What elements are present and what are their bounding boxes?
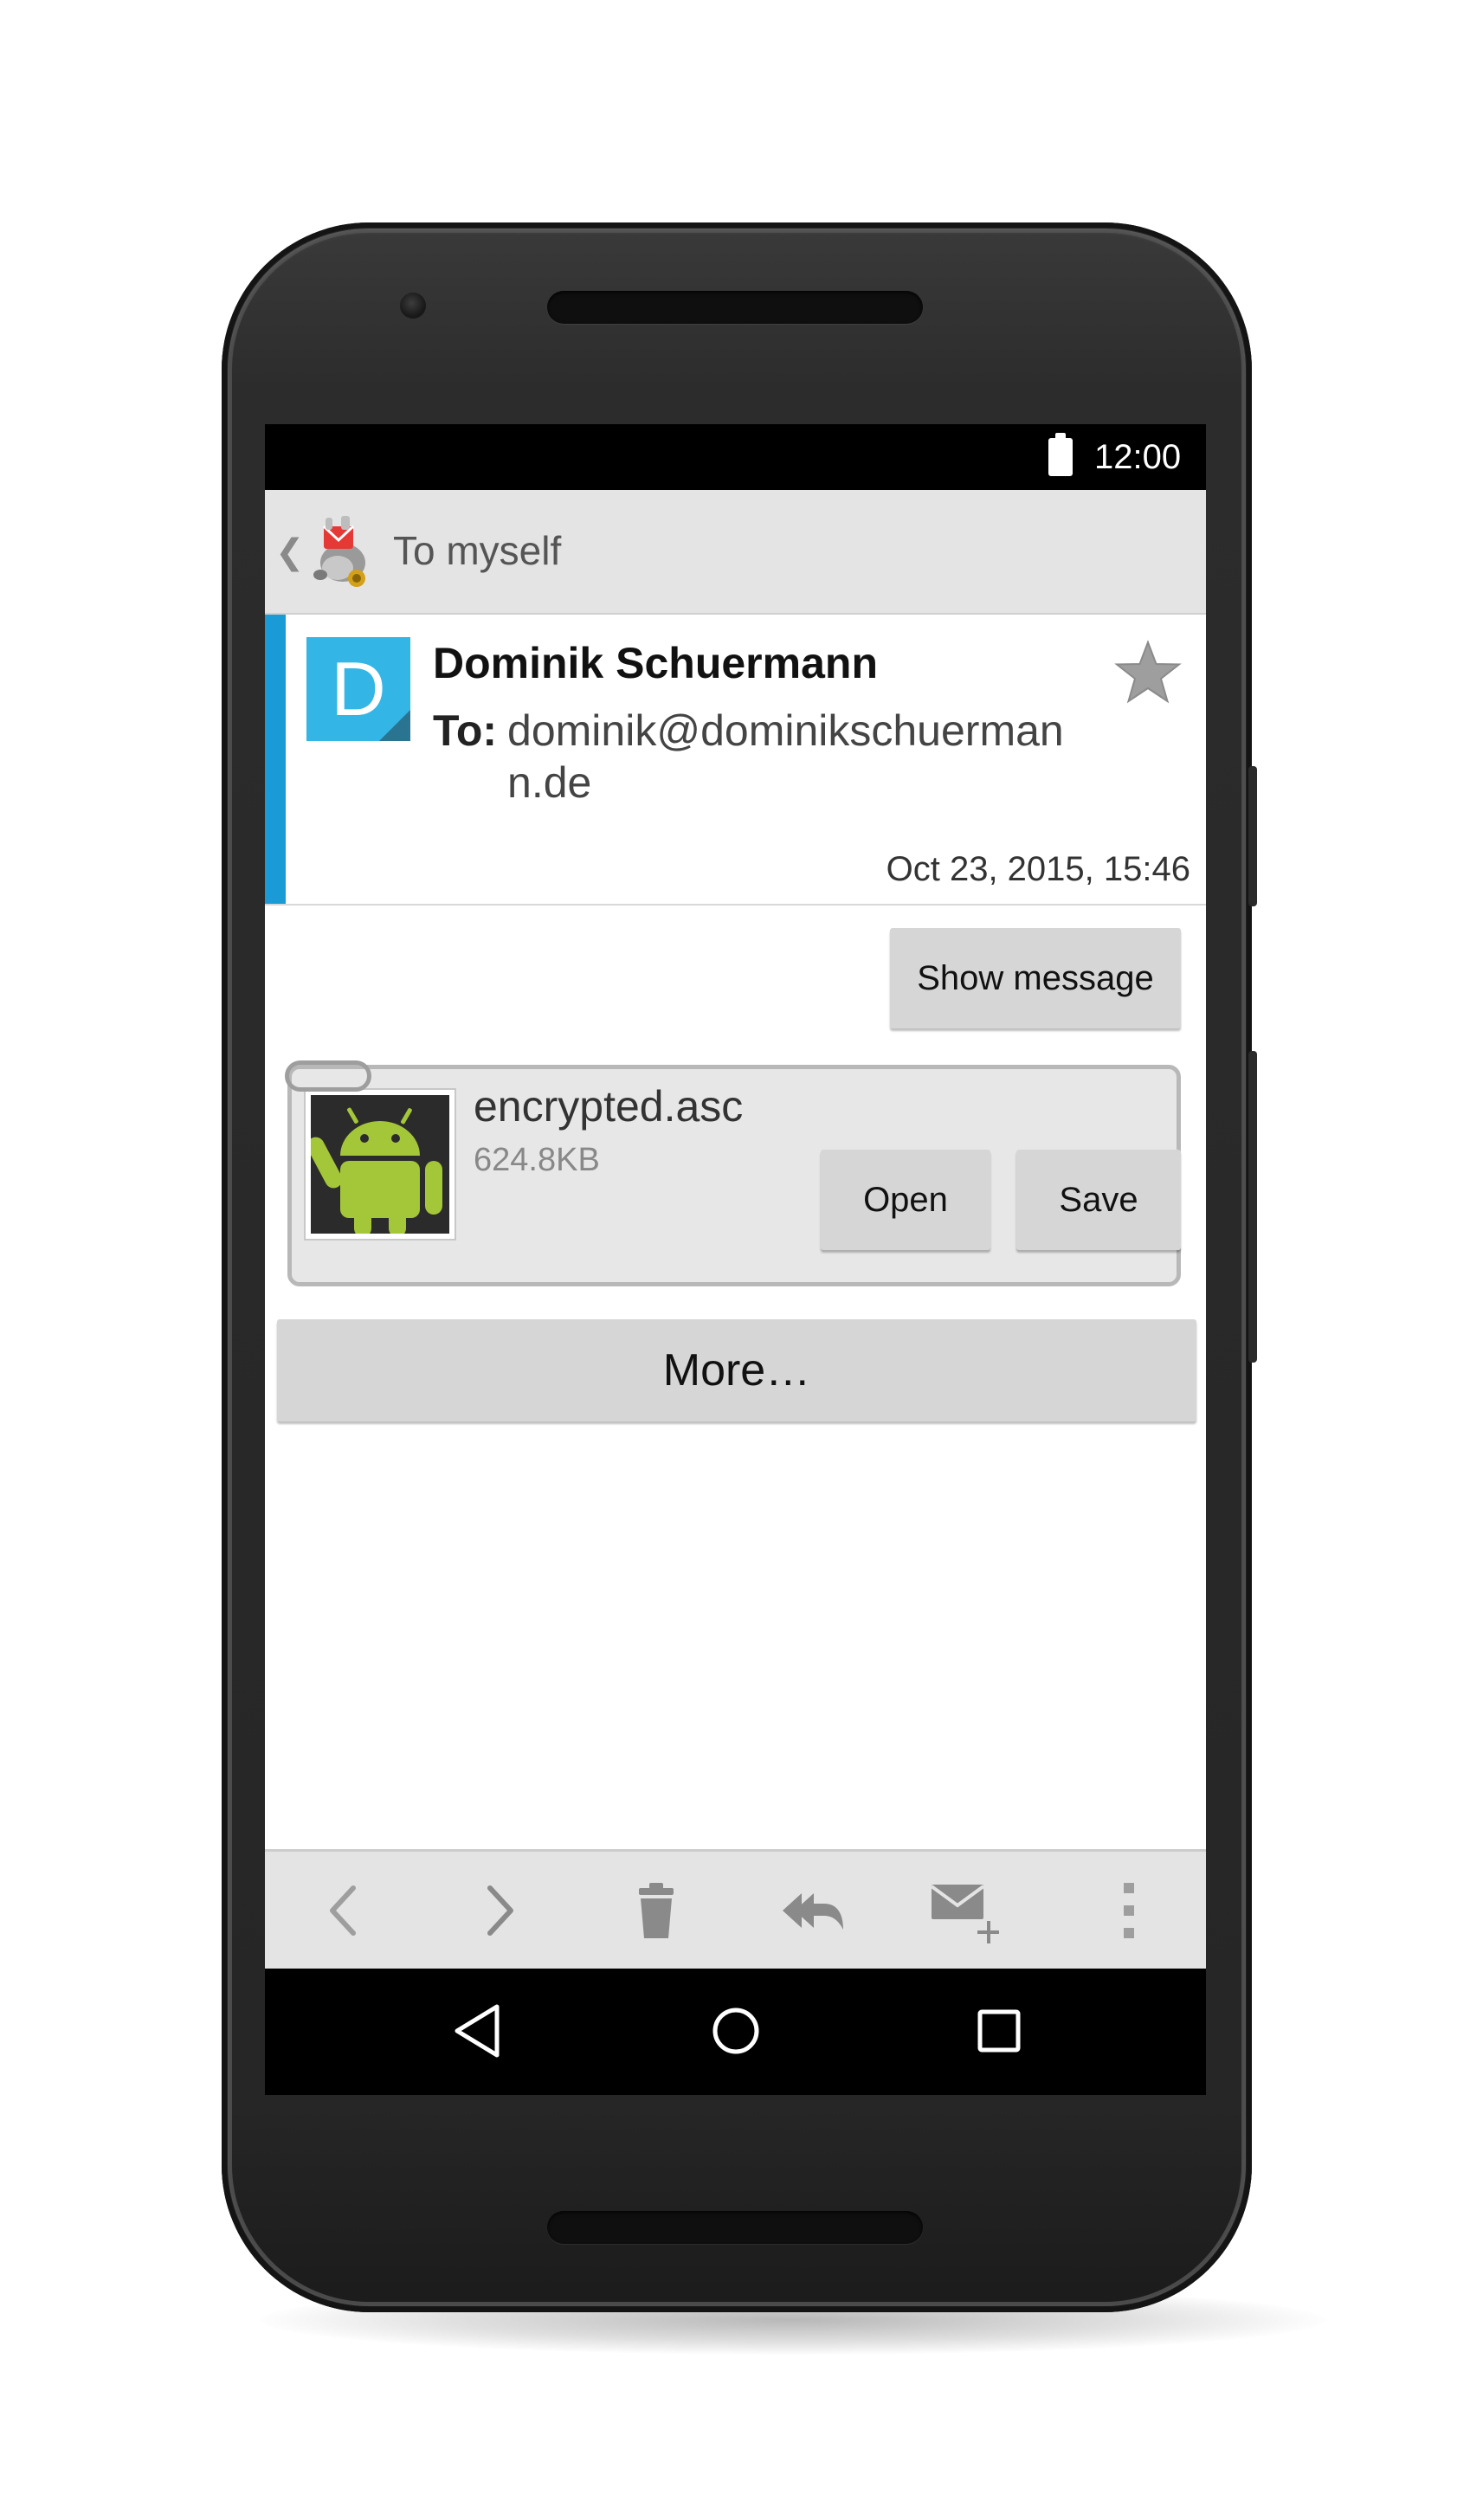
recipient-row: To: dominik@dominikschuermann.de [433, 705, 1091, 809]
overflow-menu-icon[interactable] [1094, 1876, 1164, 1945]
compose-icon[interactable] [930, 1876, 999, 1945]
star-icon[interactable] [1113, 639, 1183, 708]
more-button[interactable]: More… [277, 1319, 1196, 1421]
bottom-toolbar [265, 1849, 1206, 1969]
status-time: 12:00 [1094, 438, 1182, 476]
power-button [1248, 766, 1257, 906]
avatar-corner [379, 710, 410, 741]
avatar[interactable]: D [306, 637, 410, 741]
navigation-bar [265, 1969, 1206, 2095]
nav-home-icon[interactable] [703, 1998, 769, 2064]
recipient-address: dominik@dominikschuermann.de [507, 706, 1064, 807]
android-robot-icon [311, 1107, 442, 1234]
previous-icon[interactable] [310, 1876, 379, 1945]
attachment-filename: encrypted.asc [474, 1082, 744, 1131]
front-camera [400, 293, 426, 319]
bottom-speaker-grille [547, 2211, 923, 2244]
attachment-size: 624.8KB [474, 1142, 600, 1178]
chevron-left-icon[interactable]: ❮ [275, 532, 305, 573]
nav-recents-icon[interactable] [966, 1998, 1032, 2064]
sender-name: Dominik Schuermann [433, 639, 878, 687]
android-thumbnail-bg [311, 1095, 449, 1234]
paperclip-icon [285, 1060, 371, 1092]
save-attachment-button[interactable]: Save [1016, 1150, 1181, 1250]
screen: 12:00 ❮ To myself D Dominik Schuermann T… [265, 424, 1206, 2095]
message-header: D Dominik Schuermann To: dominik@dominik… [265, 615, 1206, 906]
attachment-thumbnail[interactable] [304, 1088, 456, 1241]
status-bar: 12:00 [265, 424, 1206, 490]
app-bar: ❮ To myself [265, 490, 1206, 615]
battery-icon [1048, 433, 1073, 476]
reply-all-icon[interactable] [779, 1876, 848, 1945]
nav-back-icon[interactable] [447, 1998, 513, 2064]
open-attachment-button[interactable]: Open [821, 1150, 990, 1250]
volume-button [1248, 1051, 1257, 1363]
next-icon[interactable] [464, 1876, 533, 1945]
show-message-button[interactable]: Show message [890, 928, 1181, 1028]
to-label: To: [433, 706, 498, 755]
delete-icon[interactable] [622, 1876, 691, 1945]
k9-mail-dog-icon[interactable] [308, 514, 374, 589]
accent-stripe [265, 615, 286, 904]
message-date: Oct 23, 2015, 15:46 [886, 850, 1190, 888]
top-speaker-grille [547, 291, 923, 324]
app-bar-title: To myself [393, 528, 562, 573]
